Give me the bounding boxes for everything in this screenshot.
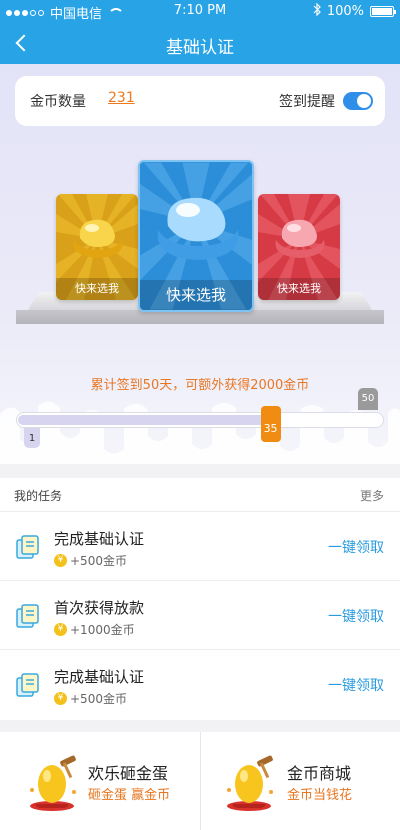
red-ingot-icon: [275, 219, 325, 258]
promo-coin-mall[interactable]: 金币商城 金币当钱花: [200, 732, 400, 830]
golden-egg-icon: [30, 755, 76, 811]
claim-button[interactable]: 一键领取: [328, 606, 384, 626]
claim-button[interactable]: 一键领取: [328, 537, 384, 557]
document-icon: [16, 604, 39, 628]
gold-ingot-icon: [73, 219, 123, 258]
drip-decoration: [0, 401, 400, 464]
task-name: 首次获得放款: [54, 599, 145, 617]
prize-caption: 快来选我: [258, 278, 340, 300]
reminder-label: 签到提醒: [279, 94, 335, 110]
task-name: 完成基础认证: [54, 530, 145, 548]
task-item: 完成基础认证 ¥ +500金币 一键领取: [0, 512, 400, 581]
promo-title: 金币商城: [287, 764, 352, 783]
task-reward: ¥ +500金币: [54, 552, 127, 569]
status-right: 100%: [313, 2, 396, 20]
task-item: 首次获得放款 ¥ +1000金币 一键领取: [0, 581, 400, 650]
claim-button[interactable]: 一键领取: [328, 675, 384, 695]
coin-icon: ¥: [54, 554, 67, 567]
battery-percent: 100%: [326, 4, 364, 19]
golden-egg-icon: [227, 755, 273, 811]
battery-icon: [370, 6, 396, 17]
promo-subtitle: 金币当钱花: [287, 788, 353, 803]
sign-in-hero: 金币数量 231 签到提醒 快来选我 快来选我 快来选我 累计签到50天，可额外…: [0, 64, 400, 464]
promo-golden-egg[interactable]: 欢乐砸金蛋 砸金蛋 赢金币: [0, 732, 200, 830]
progress-max: 50: [358, 388, 378, 410]
progress-current: 35: [260, 406, 281, 442]
task-item: 完成基础认证 ¥ +500金币 一键领取: [0, 650, 400, 719]
coin-card: 金币数量 231 签到提醒: [15, 76, 385, 126]
prize-card-gold[interactable]: 快来选我: [56, 194, 138, 300]
task-reward-value: +500金币: [70, 692, 127, 706]
prize-card-blue[interactable]: 快来选我: [138, 160, 254, 312]
task-reward: ¥ +500金币: [54, 690, 127, 707]
prize-card-red[interactable]: 快来选我: [258, 194, 340, 300]
coin-count-value[interactable]: 231: [108, 90, 135, 106]
task-title: 我的任务: [14, 489, 63, 503]
progress-start: 1: [24, 428, 40, 448]
progress-fill: [18, 415, 271, 425]
blue-ingot-icon: [157, 197, 239, 260]
promo-bar: 欢乐砸金蛋 砸金蛋 赢金币 金币商城 金币当钱花: [0, 732, 400, 830]
sign-in-progress-track: [16, 412, 384, 428]
document-icon: [16, 673, 39, 697]
bluetooth-icon: [313, 2, 321, 20]
page-title: 基础认证: [166, 38, 234, 58]
more-link[interactable]: 更多: [360, 487, 384, 504]
promo-subtitle: 砸金蛋 赢金币: [88, 788, 171, 803]
prize-caption: 快来选我: [140, 280, 252, 310]
document-icon: [16, 535, 39, 559]
bonus-text: 累计签到50天，可额外获得2000金币: [90, 378, 310, 393]
task-reward-value: +500金币: [70, 554, 127, 568]
prize-caption: 快来选我: [56, 278, 138, 300]
coin-count-label: 金币数量: [30, 94, 86, 110]
task-reward: ¥ +1000金币: [54, 621, 135, 638]
coin-icon: ¥: [54, 692, 67, 705]
status-bar: 中国电信 7:10 PM 100%: [0, 0, 400, 22]
task-header: 我的任务 更多: [0, 478, 400, 512]
nav-bar: 基础认证: [0, 22, 400, 64]
reminder-toggle[interactable]: [343, 92, 373, 110]
task-name: 完成基础认证: [54, 668, 145, 686]
task-list: 我的任务 更多 完成基础认证 ¥ +500金币 一键领取 首次获得放款 ¥ +100…: [0, 478, 400, 720]
task-reward-value: +1000金币: [70, 623, 135, 637]
coin-icon: ¥: [54, 623, 67, 636]
promo-title: 欢乐砸金蛋: [88, 764, 169, 783]
shelf-front: [16, 310, 384, 324]
